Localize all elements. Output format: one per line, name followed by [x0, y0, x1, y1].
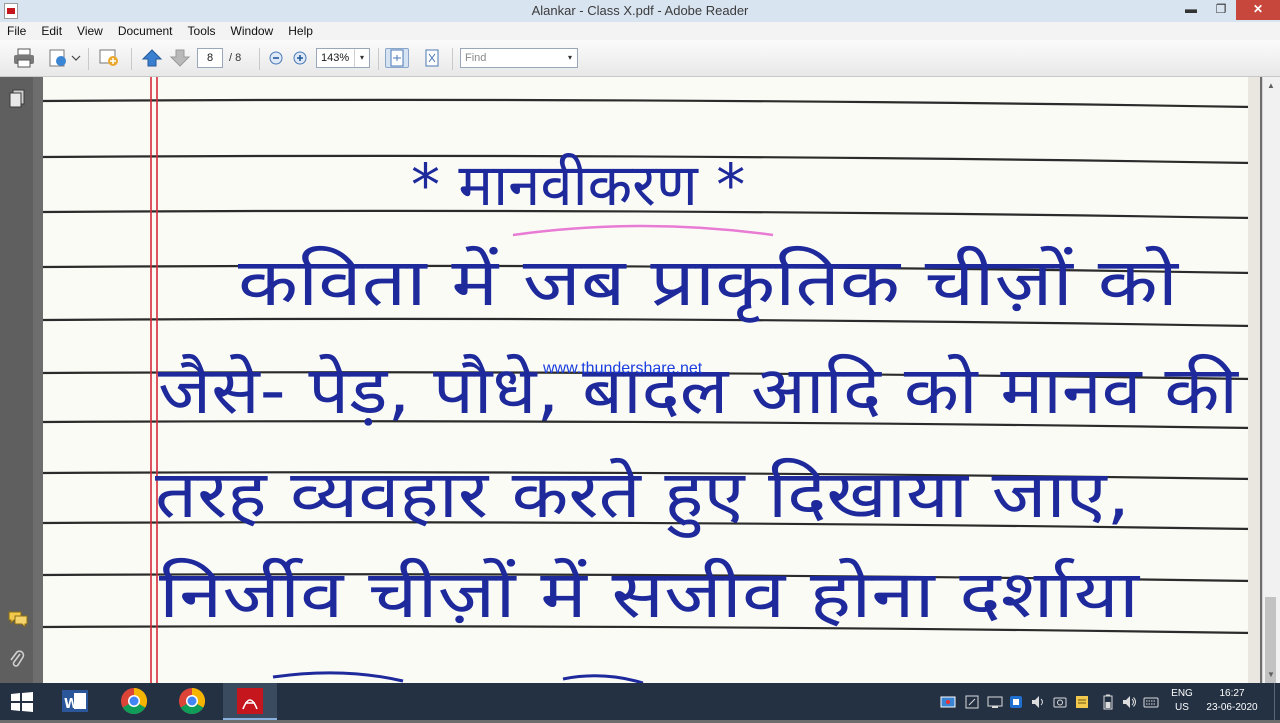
- collaborate-icon[interactable]: [97, 48, 121, 68]
- language-indicator[interactable]: ENG US: [1167, 687, 1197, 715]
- chrome-icon: [121, 687, 148, 715]
- comments-icon[interactable]: [8, 611, 28, 629]
- menu-help[interactable]: Help: [281, 22, 321, 40]
- speaker-icon[interactable]: [1121, 694, 1137, 710]
- adobe-reader-icon: [237, 688, 263, 714]
- scroll-down-arrow[interactable]: ▼: [1267, 670, 1275, 679]
- share-icon[interactable]: [46, 48, 82, 68]
- toolbar-separator: [131, 48, 132, 70]
- handwritten-line: निर्जीव चीज़ों में सजीव होना दर्शाया: [159, 556, 1141, 633]
- notes-icon[interactable]: [1074, 694, 1090, 710]
- toolbar: 8 / 8 143% ▾ Find ▾: [0, 40, 1280, 77]
- zoom-in-icon[interactable]: [290, 48, 310, 68]
- windows-start-icon[interactable]: [10, 691, 34, 713]
- notebook-page-image: * मानवीकरण * कविता में जब प्राकृतिक चीज़…: [43, 77, 1260, 683]
- pages-icon[interactable]: [8, 89, 26, 108]
- menu-bar: File Edit View Document Tools Window Hel…: [0, 22, 1280, 40]
- document-page[interactable]: * मानवीकरण * कविता में जब प्राकृतिक चीज़…: [43, 77, 1260, 683]
- taskbar-word[interactable]: W: [48, 683, 102, 720]
- fit-page-icon[interactable]: [420, 48, 444, 68]
- chevron-down-icon[interactable]: ▾: [354, 49, 369, 67]
- handwritten-line: कविता में जब प्राकृतिक चीज़ों को: [238, 244, 1180, 323]
- scroll-up-arrow[interactable]: ▲: [1267, 81, 1275, 90]
- find-input[interactable]: Find ▾: [460, 48, 578, 68]
- title-bar: Alankar - Class X.pdf - Adobe Reader ▬ ❐…: [0, 0, 1280, 23]
- language-code: ENG: [1171, 688, 1193, 699]
- taskbar: W ENG US 16:27 23-06-2020: [0, 683, 1280, 720]
- window-controls: ▬ ❐ ✕: [1176, 0, 1280, 22]
- page-total: / 8: [229, 52, 242, 64]
- toolbar-separator: [88, 48, 89, 70]
- network-icon[interactable]: [987, 694, 1003, 710]
- clock-date: 23-06-2020: [1206, 702, 1258, 713]
- screen-recorder-icon[interactable]: [940, 694, 956, 710]
- volume-icon[interactable]: [1030, 694, 1046, 710]
- taskbar-chrome[interactable]: [107, 683, 161, 720]
- camera-icon[interactable]: [1052, 694, 1068, 710]
- navigation-panel: [0, 77, 33, 683]
- watermark: www.thundershare.net: [543, 360, 703, 377]
- attachments-icon[interactable]: [8, 649, 26, 667]
- scrolling-mode-icon[interactable]: [385, 48, 409, 68]
- menu-edit[interactable]: Edit: [34, 22, 70, 40]
- chevron-down-icon[interactable]: ▾: [563, 49, 577, 67]
- word-icon: W: [62, 690, 88, 712]
- previous-page-icon[interactable]: [140, 48, 164, 68]
- menu-document[interactable]: Document: [111, 22, 181, 40]
- clock-time: 16:27: [1219, 688, 1245, 699]
- toolbar-separator: [259, 48, 260, 70]
- vertical-scrollbar[interactable]: ▲ ▼: [1262, 77, 1280, 707]
- svg-text:W: W: [64, 697, 78, 712]
- print-icon[interactable]: [12, 48, 36, 68]
- snip-icon[interactable]: [964, 694, 980, 710]
- restore-button[interactable]: ❐: [1206, 0, 1236, 20]
- toolbar-separator: [378, 48, 379, 70]
- region-code: US: [1175, 702, 1189, 713]
- close-button[interactable]: ✕: [1236, 0, 1280, 20]
- toolbar-separator: [452, 48, 453, 70]
- show-desktop-button[interactable]: [1274, 683, 1280, 720]
- find-placeholder: Find: [465, 52, 487, 64]
- battery-icon[interactable]: [1100, 694, 1116, 710]
- zoom-out-icon[interactable]: [266, 48, 286, 68]
- keyboard-icon[interactable]: [1143, 694, 1159, 710]
- handwritten-line: तरह व्यवहार करते हुए दिखाया जाए,: [155, 456, 1130, 538]
- system-clock[interactable]: 16:27 23-06-2020: [1200, 687, 1264, 715]
- zoom-level-value: 143%: [321, 52, 350, 64]
- page-number-input[interactable]: 8: [197, 48, 223, 68]
- window-title: Alankar - Class X.pdf - Adobe Reader: [531, 3, 749, 18]
- minimize-button[interactable]: ▬: [1176, 0, 1206, 20]
- menu-view[interactable]: View: [70, 22, 111, 40]
- heading-manvikaran: * मानवीकरण *: [411, 151, 745, 219]
- chrome-icon: [179, 687, 206, 715]
- menu-tools[interactable]: Tools: [181, 22, 224, 40]
- taskbar-adobe-reader[interactable]: [223, 683, 277, 720]
- next-page-icon[interactable]: [168, 48, 192, 68]
- menu-file[interactable]: File: [0, 22, 34, 40]
- zoom-level-select[interactable]: 143% ▾: [316, 48, 370, 68]
- app-tray-icon[interactable]: [1008, 694, 1024, 710]
- taskbar-chrome[interactable]: [165, 683, 219, 720]
- menu-window[interactable]: Window: [224, 22, 282, 40]
